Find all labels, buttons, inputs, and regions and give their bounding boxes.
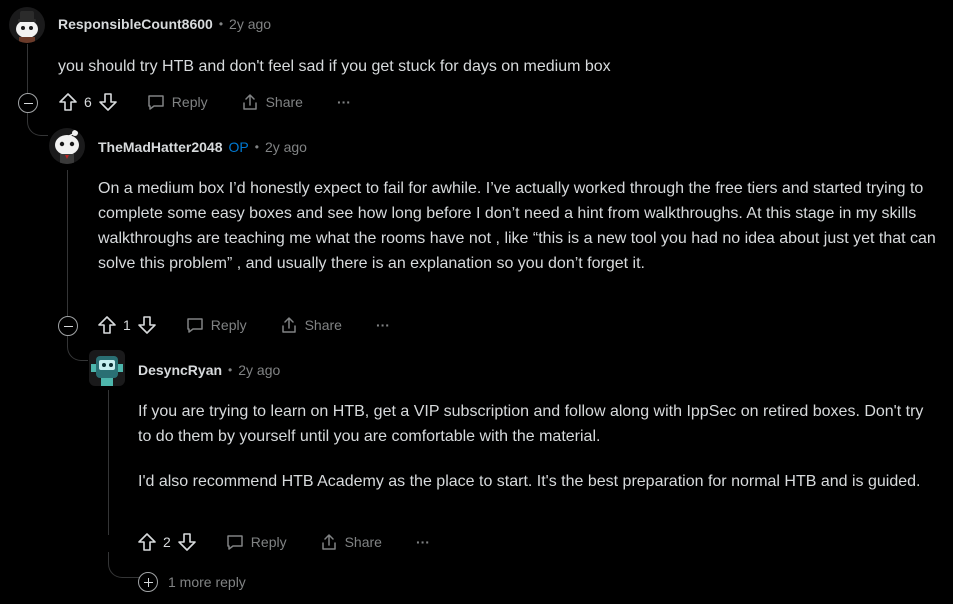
minus-icon (23, 102, 33, 104)
downvote-arrow-icon (137, 316, 156, 334)
share-button[interactable]: Share (319, 532, 382, 552)
comment-bubble-icon (187, 318, 203, 333)
collapse-button[interactable] (58, 316, 78, 336)
robot-avatar-icon (89, 350, 125, 386)
op-badge: OP (228, 139, 249, 155)
more-replies-label: 1 more reply (168, 574, 246, 590)
avatar[interactable] (49, 128, 85, 164)
snoo-avatar-icon (49, 128, 85, 164)
comment-meta: DesyncRyan • 2y ago (138, 362, 280, 378)
thread-line-2 (67, 170, 68, 317)
downvote-button[interactable] (98, 92, 118, 112)
thread-line-1 (27, 44, 28, 94)
comment-meta: TheMadHatter2048 OP • 2y ago (98, 139, 307, 155)
comment-paragraph: you should try HTB and don't feel sad if… (58, 58, 611, 75)
downvote-arrow-icon (177, 533, 196, 551)
comment-paragraph: If you are trying to learn on HTB, get a… (138, 403, 924, 445)
comment-body: If you are trying to learn on HTB, get a… (138, 399, 938, 494)
timestamp[interactable]: 2y ago (229, 16, 271, 32)
timestamp[interactable]: 2y ago (265, 139, 307, 155)
reply-label: Reply (210, 317, 247, 333)
upvote-arrow-icon (138, 533, 156, 551)
reply-button[interactable]: Reply (225, 532, 287, 552)
avatar[interactable] (9, 7, 45, 43)
comment-bubble-icon (227, 535, 243, 550)
collapse-button[interactable] (18, 93, 38, 113)
reply-button[interactable]: Reply (146, 92, 208, 112)
comment-body: On a medium box I’d honestly expect to f… (98, 176, 938, 276)
thread-curve-3 (108, 552, 139, 578)
upvote-button[interactable] (58, 92, 78, 112)
snoo-avatar-icon (9, 7, 45, 43)
reply-label: Reply (250, 534, 287, 550)
author-name[interactable]: ResponsibleCount8600 (58, 16, 213, 32)
vote-count: 1 (123, 317, 131, 333)
more-options-icon: ··· (336, 94, 351, 110)
thread-curve-1 (27, 111, 48, 136)
downvote-button[interactable] (137, 315, 157, 335)
comment-paragraph: On a medium box I’d honestly expect to f… (98, 180, 936, 272)
comment-actions: 2 Reply Share ··· (137, 528, 430, 556)
comment-meta: ResponsibleCount8600 • 2y ago (58, 16, 271, 32)
more-options-button[interactable]: ··· (376, 317, 390, 333)
minus-icon (63, 325, 73, 327)
more-options-icon: ··· (375, 317, 390, 333)
upvote-button[interactable] (137, 532, 157, 552)
comment-bubble-icon (148, 95, 164, 110)
upvote-button[interactable] (97, 315, 117, 335)
comment-paragraph: I'd also recommend HTB Academy as the pl… (138, 473, 921, 490)
more-options-icon: ··· (415, 534, 430, 550)
timestamp[interactable]: 2y ago (238, 362, 280, 378)
reply-label: Reply (171, 94, 208, 110)
avatar[interactable] (89, 350, 125, 386)
share-icon (242, 94, 257, 110)
share-label: Share (304, 317, 342, 333)
vote-count: 6 (84, 94, 92, 110)
comment-actions: 1 Reply Share ··· (97, 311, 390, 339)
more-options-button[interactable]: ··· (416, 534, 430, 550)
author-name[interactable]: TheMadHatter2048 (98, 139, 223, 155)
author-name[interactable]: DesyncRyan (138, 362, 222, 378)
reply-button[interactable]: Reply (185, 315, 247, 335)
meta-separator: • (228, 363, 233, 377)
share-button[interactable]: Share (279, 315, 342, 335)
more-replies-button[interactable]: 1 more reply (138, 572, 246, 592)
share-label: Share (344, 534, 382, 550)
plus-circle-icon (138, 572, 158, 592)
thread-line-3 (108, 390, 109, 535)
share-icon (321, 534, 336, 550)
share-button[interactable]: Share (240, 92, 303, 112)
meta-separator: • (254, 140, 259, 154)
thread-curve-2 (67, 335, 88, 361)
downvote-button[interactable] (177, 532, 197, 552)
downvote-arrow-icon (98, 93, 117, 111)
share-label: Share (265, 94, 303, 110)
meta-separator: • (218, 17, 224, 31)
more-options-button[interactable]: ··· (337, 94, 351, 110)
comment-body: you should try HTB and don't feel sad if… (58, 54, 938, 79)
vote-count: 2 (163, 534, 171, 550)
share-icon (281, 317, 296, 333)
comment-actions: 6 Reply Share ··· (58, 88, 351, 116)
upvote-arrow-icon (59, 93, 77, 111)
upvote-arrow-icon (98, 316, 116, 334)
